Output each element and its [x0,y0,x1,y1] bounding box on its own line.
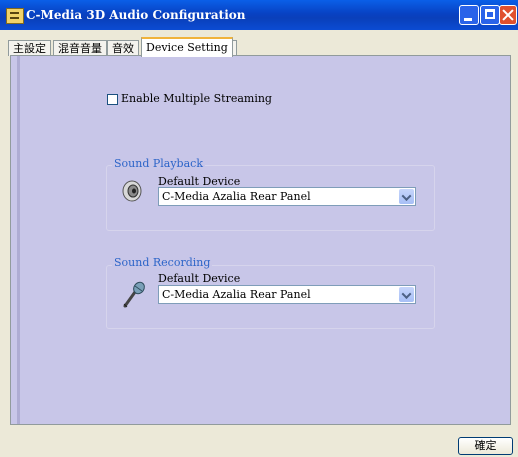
tab-content-panel [10,55,511,425]
tab-device-setting[interactable]: Device Setting [141,37,233,57]
title-bar[interactable]: C-Media 3D Audio Configuration [0,0,518,30]
tab-main-settings[interactable]: 主設定 [8,40,51,56]
microphone-icon [123,281,145,308]
playback-device-select[interactable]: C-Media Azalia Rear Panel [158,187,416,206]
sound-playback-legend: Sound Playback [112,157,205,170]
chevron-down-icon[interactable] [399,287,414,302]
ok-button[interactable]: 確定 [458,437,513,455]
window-title: C-Media 3D Audio Configuration [26,8,246,22]
chevron-down-icon[interactable] [399,189,414,204]
minimize-button[interactable] [459,5,479,25]
playback-device-value: C-Media Azalia Rear Panel [162,190,311,203]
multiple-streaming-label[interactable]: Enable Multiple Streaming [121,92,272,105]
tab-sound-effects[interactable]: 音效 [107,40,139,56]
app-icon [6,8,24,24]
multiple-streaming-checkbox[interactable] [107,94,118,105]
recording-device-select[interactable]: C-Media Azalia Rear Panel [158,285,416,304]
close-button[interactable] [499,5,517,25]
tab-mixer-volume[interactable]: 混音音量 [53,40,107,56]
sound-recording-legend: Sound Recording [112,256,213,269]
maximize-button[interactable] [480,5,500,25]
speaker-icon [122,180,142,202]
panel-edge [17,56,20,424]
recording-default-device-label: Default Device [158,272,241,285]
recording-device-value: C-Media Azalia Rear Panel [162,288,311,301]
